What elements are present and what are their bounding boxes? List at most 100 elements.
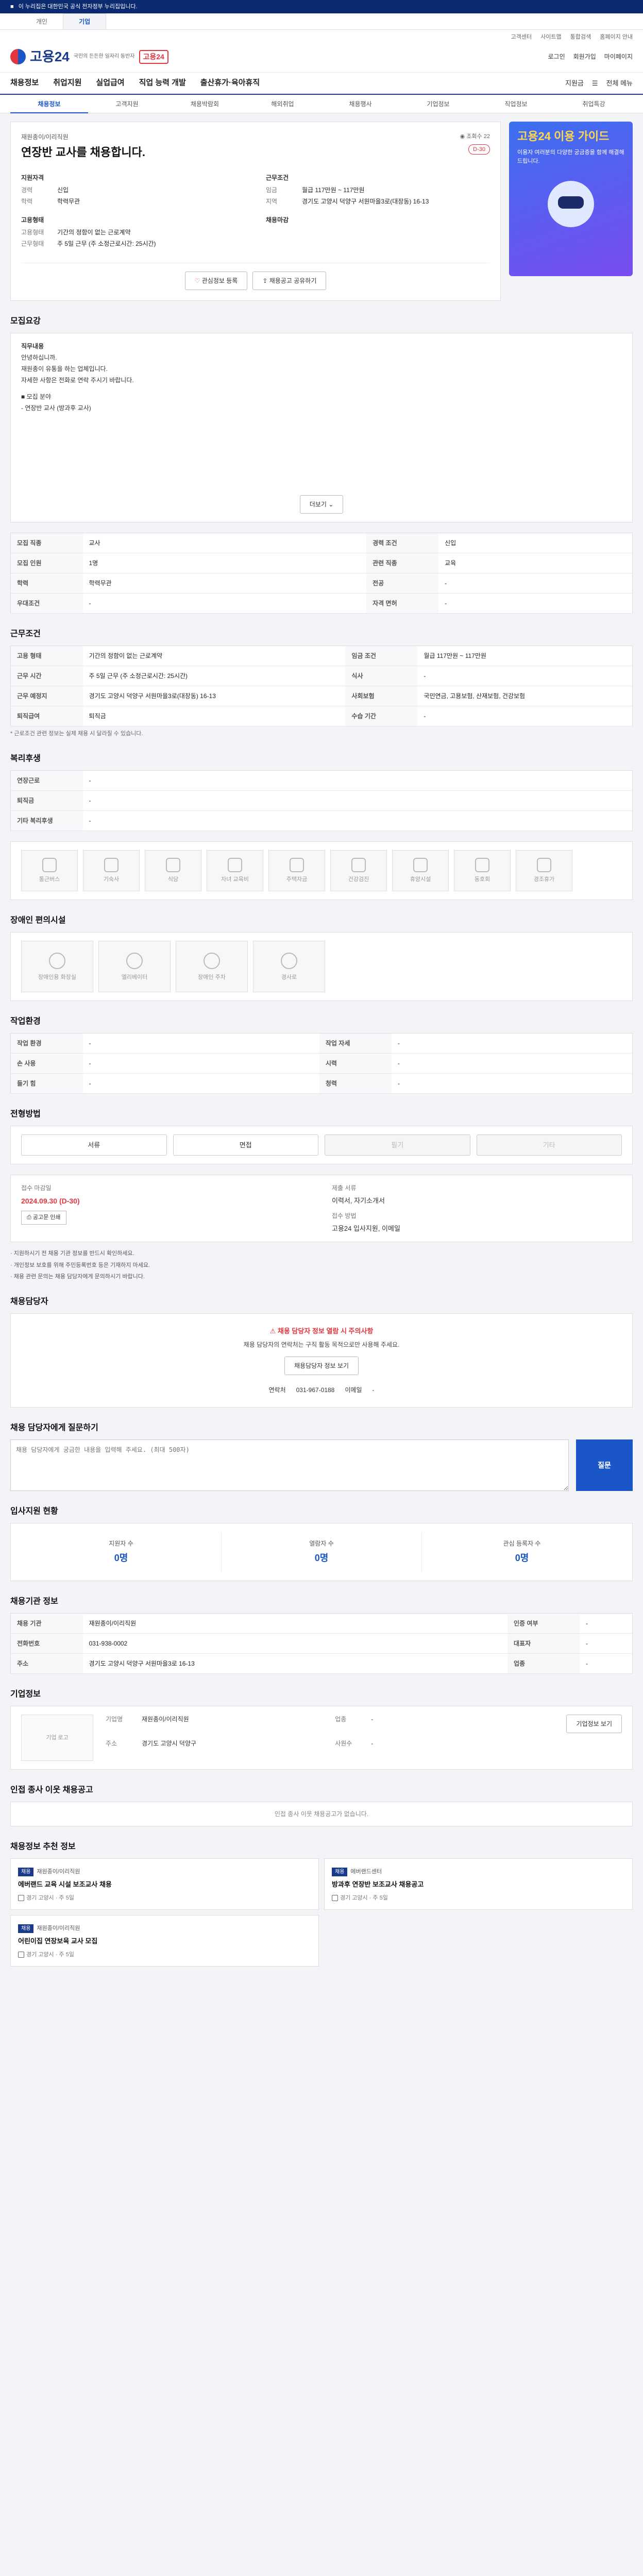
scrap-button[interactable]: ♡ 관심정보 등록 bbox=[184, 272, 248, 290]
kv-key: 고용형태 bbox=[21, 229, 44, 236]
table-cell: - bbox=[82, 770, 633, 791]
table-row: 들기 힘 - 청력 - bbox=[10, 1073, 633, 1094]
subsidy-link[interactable]: 지원금 bbox=[565, 78, 584, 89]
lnb-item[interactable]: 해외취업 bbox=[244, 99, 321, 109]
company-detail-button[interactable]: 기업정보 보기 bbox=[566, 1715, 622, 1733]
recommend-card[interactable]: 채용 재원종이/이리직원 에버랜드 교육 시설 보조교사 채용 경기 고양시 · … bbox=[10, 1858, 319, 1910]
benefit-section: 복리후생 연장근로 - 퇴직금 - 기타 복리후생 - 통근버스 기숙사 식당 자녀 … bbox=[10, 753, 633, 900]
top-link[interactable]: 홈페이지 안내 bbox=[600, 34, 633, 40]
calendar-icon bbox=[537, 857, 551, 872]
guide-banner-title: 고용24 이용 가이드 bbox=[517, 130, 610, 143]
eye-icon: ◉ bbox=[460, 133, 465, 140]
elevator-icon bbox=[126, 952, 143, 969]
welfare-card: 건강검진 bbox=[330, 850, 387, 891]
chevron-down-icon: ⌄ bbox=[328, 501, 334, 508]
sub-nav: 채용정보 고객지원 채용박람회 해외취업 채용행사 기업정보 직업정보 취업특강 bbox=[0, 95, 643, 113]
company-info-table: 채용 기관 재원종이/이리직원 인증 여부 - 전화번호 031-938-0002 대표자… bbox=[10, 1613, 633, 1674]
guide-banner[interactable]: 고용24 이용 가이드 이용자 여러분의 다양한 궁금증을 함께 해결해 드립니… bbox=[509, 122, 633, 276]
email-value: - bbox=[372, 1386, 375, 1394]
table-cell: - bbox=[82, 1033, 319, 1054]
lnb-item[interactable]: 직업정보 bbox=[477, 99, 555, 109]
top-link[interactable]: 통합검색 bbox=[570, 34, 591, 40]
gov-banner-text: 이 누리집은 대한민국 공식 전자정부 누리집입니다. bbox=[18, 4, 138, 10]
disability-card: 장애인 주차 bbox=[176, 940, 248, 992]
inquiry-section: 채용 담당자에게 질문하기 질문 bbox=[10, 1422, 633, 1491]
gnb-item[interactable]: 실업급여 bbox=[96, 77, 124, 89]
more-button[interactable]: 더보기 ⌄ bbox=[299, 495, 344, 514]
job-description: 직무내용 안녕하십니까. 재원종이 유통을 하는 업체입니다. 자세한 사항은 … bbox=[10, 333, 633, 522]
table-header: 들기 힘 bbox=[10, 1073, 83, 1094]
kv-value: 경기도 고양시 덕양구 bbox=[142, 1740, 197, 1747]
gnb-item[interactable]: 출산휴가·육아휴직 bbox=[200, 77, 260, 89]
print-button[interactable]: ⎙ 공고문 인쇄 bbox=[21, 1211, 66, 1225]
top-link[interactable]: 고객센터 bbox=[511, 34, 532, 40]
lnb-item[interactable]: 취업특강 bbox=[555, 99, 633, 109]
gnb-item[interactable]: 취업지원 bbox=[53, 77, 81, 89]
table-header: 모집 인원 bbox=[10, 553, 83, 573]
table-row: 고용 형태 기간의 정함이 없는 근로계약 임금 조건 월급 117만원 ~ 117만… bbox=[10, 646, 633, 666]
lnb-item[interactable]: 고객지원 bbox=[88, 99, 166, 109]
table-cell: - bbox=[82, 1053, 319, 1074]
stat-value: 0명 bbox=[114, 1553, 128, 1563]
share-button[interactable]: ⇪ 채용공고 공유하기 bbox=[252, 272, 327, 290]
table-header: 전화번호 bbox=[10, 1633, 83, 1654]
lnb-item[interactable]: 기업정보 bbox=[399, 99, 477, 109]
share-icon: ⇪ bbox=[262, 277, 268, 284]
company-name[interactable]: 재원종이/이리직원 bbox=[21, 132, 145, 142]
deadline-value: 2024.09.30 (D-30) bbox=[21, 1197, 80, 1205]
kv-key: 주소 bbox=[106, 1740, 117, 1747]
table-row: 전화번호 031-938-0002 대표자 - bbox=[10, 1633, 633, 1654]
work-section: 근무조건 고용 형태 기간의 정함이 없는 근로계약 임금 조건 월급 117만원 ~… bbox=[10, 628, 633, 738]
logo[interactable]: 고용24 국민의 든든한 일자리 동반자 고용24 bbox=[10, 47, 168, 67]
gnb-item[interactable]: 채용정보 bbox=[10, 77, 39, 89]
table-cell: 경기도 고양시 덕양구 서원마을3로 16-13 bbox=[82, 1653, 507, 1674]
disability-label: 엘리베이터 bbox=[121, 974, 148, 980]
work-table: 고용 형태 기간의 정함이 없는 근로계약 임금 조건 월급 117만원 ~ 117만… bbox=[10, 646, 633, 726]
stat-value: 0명 bbox=[515, 1553, 529, 1563]
gov-banner: ■ 이 누리집은 대한민국 공식 전자정부 누리집입니다. bbox=[0, 0, 643, 13]
apply-box: 접수 마감일 2024.09.30 (D-30) ⎙ 공고문 인쇄 제출 서류 … bbox=[10, 1175, 633, 1242]
section-title: 장애인 편의시설 bbox=[10, 916, 66, 925]
disability-section: 장애인 편의시설 장애인용 화장실 엘리베이터 장애인 주차 경사로 bbox=[10, 914, 633, 1001]
env-section: 작업환경 작업 환경 - 작업 자세 - 손 사용 - 시력 - 들기 힘 - 청력 - bbox=[10, 1015, 633, 1094]
site-tab-company[interactable]: 기업 bbox=[63, 13, 107, 29]
table-row: 근무 예정지 경기도 고양시 덕양구 서원마을3로(대장동) 16-13 사회보험 국… bbox=[10, 686, 633, 706]
table-row: 퇴직금 - bbox=[10, 790, 633, 811]
table-header: 채용 기관 bbox=[10, 1613, 83, 1634]
kv-key: 기업명 bbox=[106, 1716, 123, 1723]
table-cell: - bbox=[82, 810, 633, 831]
table-cell: - bbox=[82, 790, 633, 811]
benefit-table: 연장근로 - 퇴직금 - 기타 복리후생 - bbox=[10, 770, 633, 831]
table-header: 고용 형태 bbox=[10, 646, 83, 666]
inquiry-input[interactable] bbox=[10, 1439, 569, 1491]
similar-empty: 인접 종사 이웃 채용공고가 없습니다. bbox=[10, 1802, 633, 1826]
welfare-label: 식당 bbox=[167, 876, 179, 883]
section-title: 전형방법 bbox=[10, 1109, 41, 1118]
table-cell: 교육 bbox=[438, 553, 633, 573]
heart-icon: ♡ bbox=[194, 277, 200, 284]
table-header: 연장근로 bbox=[10, 770, 83, 791]
bus-icon bbox=[42, 857, 57, 872]
logo-text: 고용24 bbox=[30, 48, 70, 64]
table-cell: 기간의 정함이 없는 근로계약 bbox=[82, 646, 346, 666]
recommend-card[interactable]: 채용 에버랜드센터 방과후 연장반 보조교사 채용공고 경기 고양시 · 주 5일 bbox=[324, 1858, 633, 1910]
signup-link[interactable]: 회원가입 bbox=[573, 52, 596, 61]
table-header: 인증 여부 bbox=[507, 1613, 580, 1634]
user-links: 로그인 회원가입 마이페이지 bbox=[548, 52, 633, 61]
mypage-link[interactable]: 마이페이지 bbox=[604, 52, 633, 61]
gnb-item[interactable]: 직업 능력 개발 bbox=[139, 77, 186, 89]
method-section: 전형방법 서류 면접 필기 기타 접수 마감일 2024.09.30 (D-30… bbox=[10, 1108, 633, 1281]
recommend-card[interactable]: 채용 재원종이/이리직원 어린이집 연장보육 교사 모집 경기 고양시 · 주 5… bbox=[10, 1915, 319, 1967]
hamburger-icon[interactable]: ☰ bbox=[592, 78, 598, 89]
kv-value: - bbox=[371, 1716, 374, 1723]
inquiry-submit-button[interactable]: 질문 bbox=[576, 1439, 633, 1491]
view-contact-button[interactable]: 채용담당자 정보 보기 bbox=[284, 1357, 359, 1375]
all-menu-button[interactable]: 전체 메뉴 bbox=[606, 78, 633, 89]
lnb-item[interactable]: 채용정보 bbox=[10, 95, 88, 113]
lnb-item[interactable]: 채용박람회 bbox=[166, 99, 244, 109]
login-link[interactable]: 로그인 bbox=[548, 52, 565, 61]
top-link[interactable]: 사이트맵 bbox=[540, 34, 561, 40]
site-tab-personal[interactable]: 개인 bbox=[21, 14, 63, 29]
lnb-item[interactable]: 채용행사 bbox=[321, 99, 399, 109]
table-header: 경력 조건 bbox=[366, 533, 439, 553]
